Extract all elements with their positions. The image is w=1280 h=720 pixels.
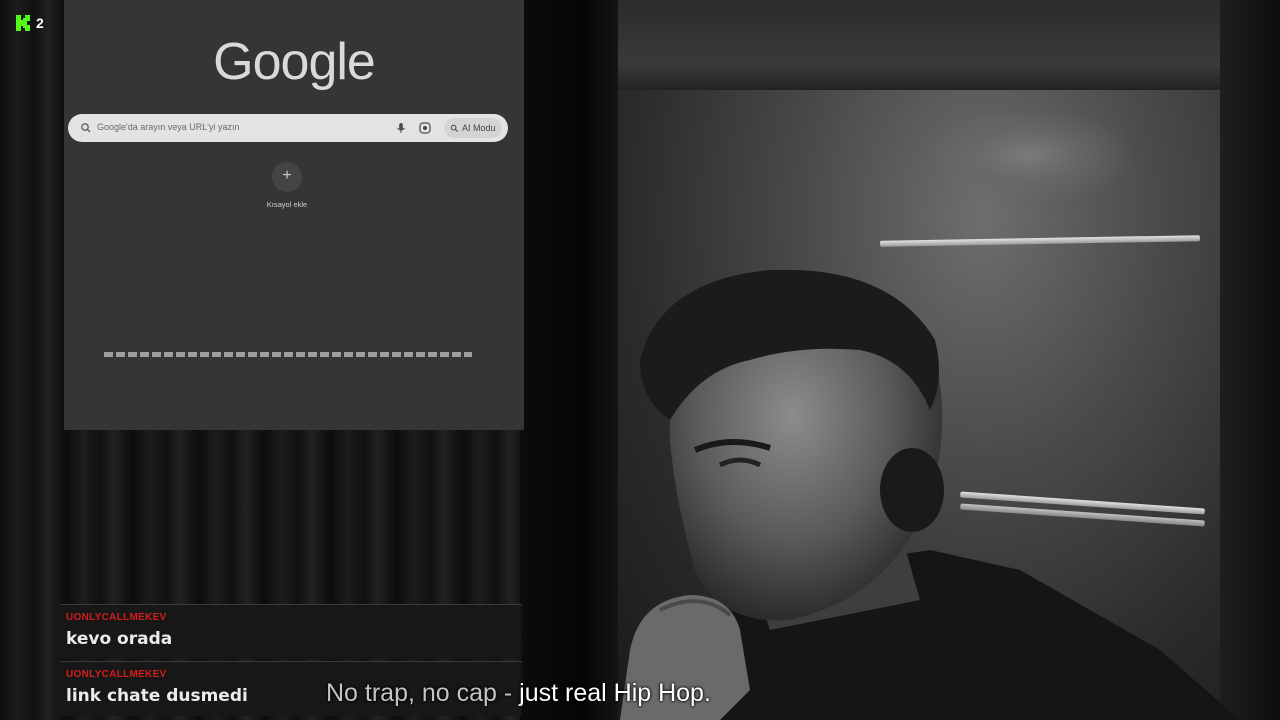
search-placeholder: Google'da arayın veya URL'yi yazın xyxy=(97,122,240,132)
stream-frame: Google Google'da arayın veya URL'yi yazı… xyxy=(0,0,1280,720)
add-shortcut-button[interactable]: + xyxy=(272,162,302,192)
ai-mode-icon xyxy=(450,124,459,132)
chat-text: link chate dusmedi xyxy=(66,686,248,706)
chat-username: UONLYCALLMEKEV xyxy=(66,669,167,680)
search-input[interactable]: Google'da arayın veya URL'yi yazın AI Mo… xyxy=(68,114,508,142)
browser-new-tab: Google Google'da arayın veya URL'yi yazı… xyxy=(64,0,524,430)
dashed-divider xyxy=(104,352,472,357)
chat-username: UONLYCALLMEKEV xyxy=(66,612,167,623)
ai-mode-button[interactable]: AI Modu xyxy=(444,118,502,138)
wall-texture xyxy=(930,110,1130,200)
lens-icon[interactable] xyxy=(417,120,433,136)
caption-spoken-text: No trap, no cap - xyxy=(326,679,520,707)
google-logo: Google xyxy=(213,33,376,91)
add-shortcut-label: Kısayol ekle xyxy=(266,200,308,209)
viewer-count: 2 xyxy=(36,15,44,31)
streamer-webcam xyxy=(620,270,1240,720)
ai-mode-label: AI Modu xyxy=(462,123,496,133)
kick-viewer-badge: 2 xyxy=(14,14,44,32)
microphone-icon[interactable] xyxy=(393,120,409,136)
kick-logo-icon xyxy=(16,15,30,31)
live-caption: No trap, no cap - just real Hip Hop. xyxy=(326,679,711,708)
chat-message: UONLYCALLMEKEV kevo orada xyxy=(60,604,522,659)
wall-cabinet xyxy=(618,0,1280,90)
caption-current-text: just real Hip Hop. xyxy=(519,679,711,707)
chat-text: kevo orada xyxy=(66,629,173,649)
search-icon xyxy=(81,123,91,133)
